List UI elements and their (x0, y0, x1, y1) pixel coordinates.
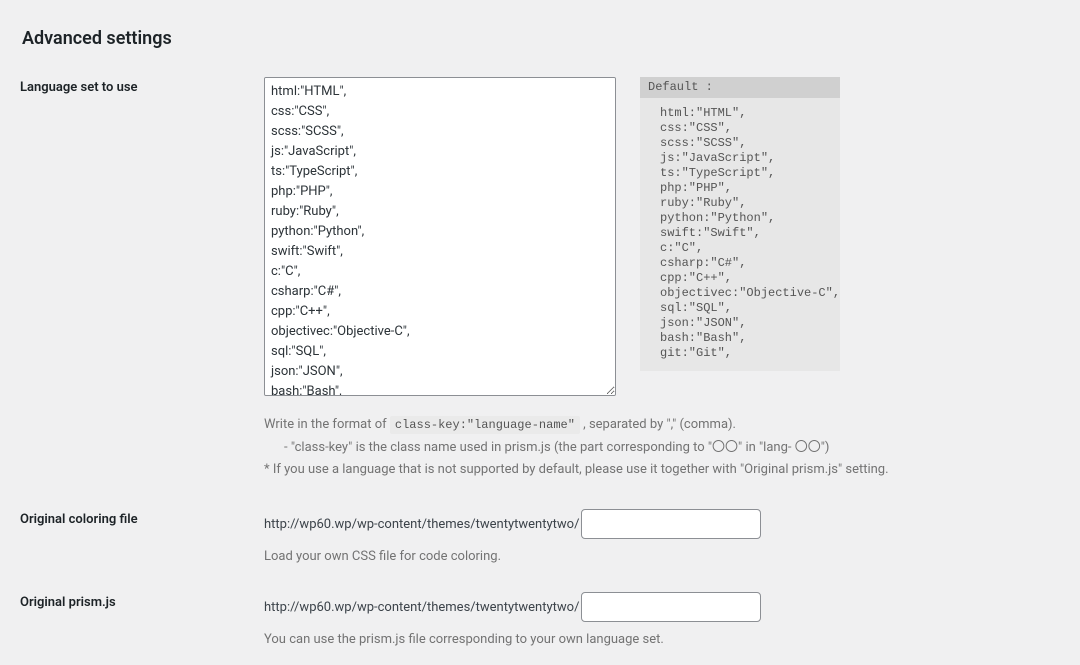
default-body: html:"HTML", css:"CSS", scss:"SCSS", js:… (640, 98, 840, 371)
row-language-set: Language set to use Default : html:"HTML… (20, 77, 1060, 481)
row-original-prism: Original prism.js http://wp60.wp/wp-cont… (20, 592, 1060, 647)
help-line1a: Write in the format of (264, 417, 390, 432)
original-prism-input[interactable] (581, 592, 761, 622)
help-line3: * If you use a language that is not supp… (264, 459, 1060, 480)
default-header: Default : (640, 77, 840, 98)
help-line1b: , separated by "," (comma). (583, 417, 736, 432)
help-format-code: class-key:"language-name" (390, 416, 580, 434)
label-original-prism: Original prism.js (20, 592, 264, 610)
label-original-color: Original coloring file (20, 509, 264, 527)
languageset-textarea[interactable] (264, 77, 616, 396)
help-line2: - "class-key" is the class name used in … (264, 437, 1060, 458)
original-color-input[interactable] (581, 509, 761, 539)
original-color-path-prefix: http://wp60.wp/wp-content/themes/twentyt… (264, 517, 579, 532)
default-panel: Default : html:"HTML", css:"CSS", scss:"… (640, 77, 840, 371)
label-language-set: Language set to use (20, 77, 264, 95)
original-prism-path-prefix: http://wp60.wp/wp-content/themes/twentyt… (264, 600, 579, 615)
row-original-color: Original coloring file http://wp60.wp/wp… (20, 509, 1060, 564)
section-title: Advanced settings (22, 28, 1060, 49)
languageset-help: Write in the format of class-key:"langua… (264, 414, 1060, 480)
original-color-help: Load your own CSS file for code coloring… (264, 549, 1060, 564)
original-prism-help: You can use the prism.js file correspond… (264, 632, 1060, 647)
